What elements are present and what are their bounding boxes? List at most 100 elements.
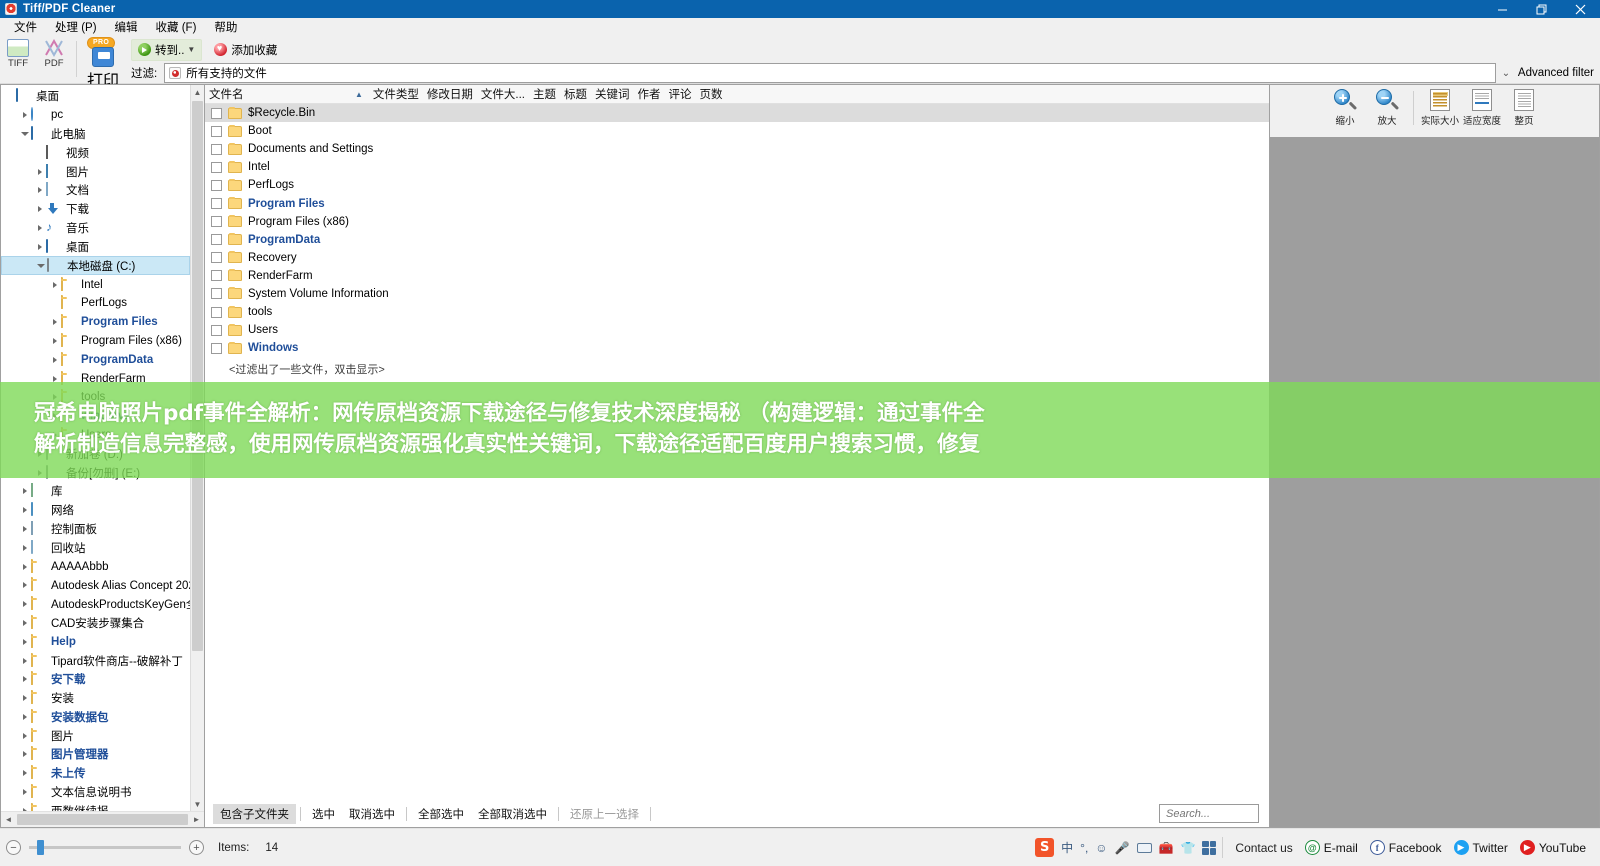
tree-expand-collapse-icon[interactable] xyxy=(33,187,46,194)
tree-item[interactable]: 图片管理器 xyxy=(1,745,190,764)
ime-punctuation-icon[interactable]: °, xyxy=(1080,841,1088,855)
menu-favorites[interactable]: 收藏 (F) xyxy=(147,17,206,37)
tree-item[interactable]: 桌面 xyxy=(1,237,190,256)
file-list-row[interactable]: Windows xyxy=(205,339,1269,357)
tree-item[interactable]: Autodesk Alias Concept 2020安装步 xyxy=(1,576,190,595)
scroll-up-icon[interactable]: ▲ xyxy=(191,85,204,99)
tree-expand-collapse-icon[interactable] xyxy=(48,337,61,344)
search-box[interactable] xyxy=(1159,804,1259,823)
zoom-out-button[interactable]: 缩小 xyxy=(1324,89,1366,127)
menu-process[interactable]: 处理 (P) xyxy=(46,17,106,37)
tree-expand-collapse-icon[interactable] xyxy=(18,544,31,551)
tree-expand-collapse-icon[interactable] xyxy=(33,168,46,175)
row-checkbox[interactable] xyxy=(211,179,222,191)
tree-expand-collapse-icon[interactable] xyxy=(18,582,31,589)
menu-help[interactable]: 帮助 xyxy=(205,17,246,37)
tree-item[interactable]: 本地磁盘 (C:) xyxy=(1,256,190,276)
add-favorite-button[interactable]: 添加收藏 xyxy=(208,40,283,60)
tree-expand-collapse-icon[interactable] xyxy=(18,657,31,664)
tree-expand-collapse-icon[interactable] xyxy=(18,112,31,119)
ime-skin-icon[interactable]: 👕 xyxy=(1180,841,1195,855)
menu-file[interactable]: 文件 xyxy=(5,17,46,37)
pdf-button[interactable]: PDF xyxy=(36,37,72,69)
tree-item[interactable]: Program Files xyxy=(1,313,190,332)
tree-item[interactable]: 图片 xyxy=(1,726,190,745)
tree-hscroll-thumb[interactable] xyxy=(17,814,188,825)
tree-expand-collapse-icon[interactable] xyxy=(18,131,31,136)
social-link[interactable]: ▶ Twitter xyxy=(1453,840,1508,855)
column-header[interactable]: 标题 xyxy=(560,86,591,102)
list-action-button[interactable]: 取消选中 xyxy=(342,804,402,824)
tree-expand-collapse-icon[interactable] xyxy=(18,638,31,645)
list-action-button[interactable]: 全部取消选中 xyxy=(471,804,554,824)
scroll-down-icon[interactable]: ▼ xyxy=(191,797,204,811)
tree-expand-collapse-icon[interactable] xyxy=(34,263,47,268)
tree-item[interactable]: 文本信息说明书 xyxy=(1,783,190,802)
tree-expand-collapse-icon[interactable] xyxy=(48,281,61,288)
fit-width-button[interactable]: 适应宽度 xyxy=(1461,89,1503,127)
ime-mode-icon[interactable]: 中 xyxy=(1061,839,1073,856)
tree-item[interactable]: Intel xyxy=(1,275,190,294)
file-list-row[interactable]: ProgramData xyxy=(205,231,1269,249)
tree-item[interactable]: 回收站 xyxy=(1,538,190,557)
tree-item[interactable]: AAAAAbbb xyxy=(1,557,190,576)
tree-item[interactable]: 安装数据包 xyxy=(1,708,190,727)
goto-button[interactable]: 转到.. ▼ xyxy=(131,38,203,61)
tree-item[interactable]: 视频 xyxy=(1,143,190,162)
tree-item[interactable]: ProgramData xyxy=(1,350,190,369)
tiff-button[interactable]: TIFF xyxy=(0,37,36,69)
tree-expand-collapse-icon[interactable] xyxy=(48,356,61,363)
row-checkbox[interactable] xyxy=(211,270,222,282)
column-header[interactable]: 文件名 xyxy=(205,86,355,102)
list-action-button[interactable]: 全部选中 xyxy=(411,804,471,824)
tree-item[interactable]: 库 xyxy=(1,482,190,501)
tree-expand-collapse-icon[interactable] xyxy=(18,676,31,683)
file-list-row[interactable]: Documents and Settings xyxy=(205,140,1269,158)
file-list-row[interactable]: RenderFarm xyxy=(205,267,1269,285)
ime-microphone-icon[interactable]: 🎤 xyxy=(1115,841,1130,855)
advanced-filter-link[interactable]: Advanced filter xyxy=(1518,67,1594,79)
row-checkbox[interactable] xyxy=(211,342,222,354)
social-link[interactable]: f Facebook xyxy=(1369,840,1442,855)
filter-combobox[interactable]: 所有支持的文件 xyxy=(164,63,1496,83)
row-checkbox[interactable] xyxy=(211,125,222,137)
tree-item[interactable]: 控制面板 xyxy=(1,520,190,539)
sogou-logo-icon[interactable]: S xyxy=(1035,838,1055,857)
actual-size-button[interactable]: 实际大小 xyxy=(1419,89,1461,127)
column-header[interactable]: 关键词 xyxy=(591,86,634,102)
column-header[interactable]: 文件类型 xyxy=(369,86,423,102)
menu-edit[interactable]: 编辑 xyxy=(106,17,147,37)
tree-expand-collapse-icon[interactable] xyxy=(18,732,31,739)
row-checkbox[interactable] xyxy=(211,234,222,246)
filter-chevron-down-icon[interactable]: ⌄ xyxy=(1498,68,1514,79)
ime-toolbox-icon[interactable]: 🧰 xyxy=(1159,841,1174,855)
zoom-slider-thumb[interactable] xyxy=(37,840,44,855)
tree-item[interactable]: AutodeskProductsKeyGen全系列 xyxy=(1,595,190,614)
tree-expand-collapse-icon[interactable] xyxy=(18,601,31,608)
file-list-row[interactable]: Intel xyxy=(205,158,1269,176)
tree-item[interactable]: pc xyxy=(1,106,190,125)
tree-item[interactable]: 网络 xyxy=(1,501,190,520)
tree-expand-collapse-icon[interactable] xyxy=(18,488,31,495)
tree-expand-collapse-icon[interactable] xyxy=(18,713,31,720)
tree-item[interactable]: Program Files (x86) xyxy=(1,332,190,351)
tree-item[interactable]: 下载 xyxy=(1,200,190,219)
scroll-right-icon[interactable]: ► xyxy=(189,815,204,824)
zoom-in-button[interactable]: 放大 xyxy=(1366,89,1408,127)
tree-item[interactable]: Tipard软件商店--破解补丁 xyxy=(1,651,190,670)
filtered-files-note[interactable]: <过滤出了一些文件，双击显示> xyxy=(205,361,1269,377)
tree-expand-collapse-icon[interactable] xyxy=(18,563,31,570)
print-button[interactable]: PRO 打印 xyxy=(81,37,125,91)
tree-item[interactable]: 此电脑 xyxy=(1,125,190,144)
tree-expand-collapse-icon[interactable] xyxy=(18,507,31,514)
tree-item[interactable]: 安下载 xyxy=(1,670,190,689)
row-checkbox[interactable] xyxy=(211,198,222,210)
sogou-ime-bar[interactable]: S 中 °, ☺ 🎤 🧰 👕 xyxy=(1033,837,1224,858)
tree-expand-collapse-icon[interactable] xyxy=(18,789,31,796)
column-header[interactable]: 作者 xyxy=(634,86,665,102)
row-checkbox[interactable] xyxy=(211,107,222,119)
list-action-button[interactable]: 选中 xyxy=(305,804,342,824)
zoom-out-icon[interactable]: − xyxy=(6,840,21,855)
maximize-button[interactable] xyxy=(1522,0,1561,18)
ime-keyboard-icon[interactable] xyxy=(1136,842,1152,853)
